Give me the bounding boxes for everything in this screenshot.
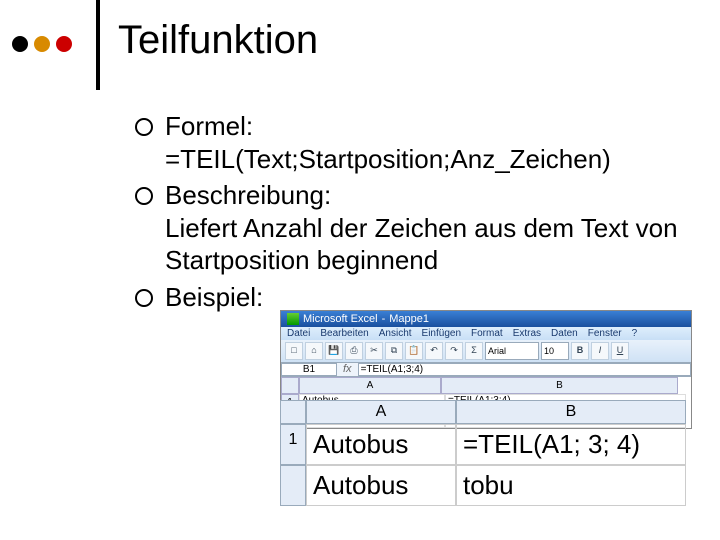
bullet-icon [135,187,153,205]
excel-titlebar: Microsoft Excel - Mappe1 [281,311,691,327]
dot-orange [34,36,50,52]
font-select[interactable]: Arial [485,342,539,360]
menu-item[interactable]: Format [471,328,503,339]
row-1: 1 [280,424,306,465]
bullet-icon [135,118,153,136]
excel-logo-icon [287,313,299,325]
big-B2: tobu [456,465,686,506]
cut-icon[interactable]: ✂ [365,342,383,360]
decoration-dots [12,36,72,52]
excel-toolbar: □ ⌂ 💾 ⎙ ✂ ⧉ 📋 ↶ ↷ Σ Arial 10 B I U [281,340,691,363]
menu-item[interactable]: Datei [287,328,310,339]
fx-icon[interactable]: fx [337,363,358,376]
new-icon[interactable]: □ [285,342,303,360]
save-icon[interactable]: 💾 [325,342,343,360]
col-A: A [306,400,456,424]
copy-icon[interactable]: ⧉ [385,342,403,360]
excel-menubar: Datei Bearbeiten Ansicht Einfügen Format… [281,327,691,340]
col-B: B [456,400,686,424]
col-header[interactable]: B [441,377,678,394]
dot-black [12,36,28,52]
label-beispiel: Beispiel: [165,282,263,312]
label-beschreibung: Beschreibung: [165,180,331,210]
menu-item[interactable]: Einfügen [422,328,461,339]
menu-item[interactable]: Ansicht [379,328,412,339]
menu-item[interactable]: Bearbeiten [320,328,368,339]
underline-icon[interactable]: U [611,342,629,360]
label-formel: Formel: [165,111,253,141]
formula-input[interactable]: =TEIL(A1;3;4) [358,363,691,376]
fontsize-select[interactable]: 10 [541,342,569,360]
menu-item[interactable]: ? [632,328,638,339]
divider-line [96,0,100,90]
menu-item[interactable]: Fenster [588,328,622,339]
print-icon[interactable]: ⎙ [345,342,363,360]
menu-item[interactable]: Daten [551,328,578,339]
paste-icon[interactable]: 📋 [405,342,423,360]
excel-app-name: Microsoft Excel [303,313,378,325]
bold-icon[interactable]: B [571,342,589,360]
undo-icon[interactable]: ↶ [425,342,443,360]
name-box[interactable]: B1 [281,363,337,376]
excel-doc-name: Mappe1 [389,313,429,325]
corner [280,400,306,424]
open-icon[interactable]: ⌂ [305,342,323,360]
bullet-icon [135,289,153,307]
slide-content: Formel: =TEIL(Text;Startposition;Anz_Zei… [135,110,695,317]
example-zoom: A B 1 Autobus =TEIL(A1; 3; 4) Autobus to… [280,400,686,506]
big-B1: =TEIL(A1; 3; 4) [456,424,686,465]
select-all-corner[interactable] [281,377,299,394]
dot-red [56,36,72,52]
slide-title: Teilfunktion [118,18,318,63]
italic-icon[interactable]: I [591,342,609,360]
redo-icon[interactable]: ↷ [445,342,463,360]
row-2 [280,465,306,506]
bullet-beschreibung: Beschreibung: Liefert Anzahl der Zeichen… [135,179,695,277]
bullet-formel: Formel: =TEIL(Text;Startposition;Anz_Zei… [135,110,695,175]
text-formel: =TEIL(Text;Startposition;Anz_Zeichen) [165,144,611,174]
formula-bar: B1 fx =TEIL(A1;3;4) [281,363,691,377]
text-beschreibung: Liefert Anzahl der Zeichen aus dem Text … [165,213,678,276]
col-header[interactable]: A [299,377,441,394]
sum-icon[interactable]: Σ [465,342,483,360]
big-A2: Autobus [306,465,456,506]
menu-item[interactable]: Extras [513,328,541,339]
big-A1: Autobus [306,424,456,465]
bullet-beispiel: Beispiel: [135,281,695,314]
